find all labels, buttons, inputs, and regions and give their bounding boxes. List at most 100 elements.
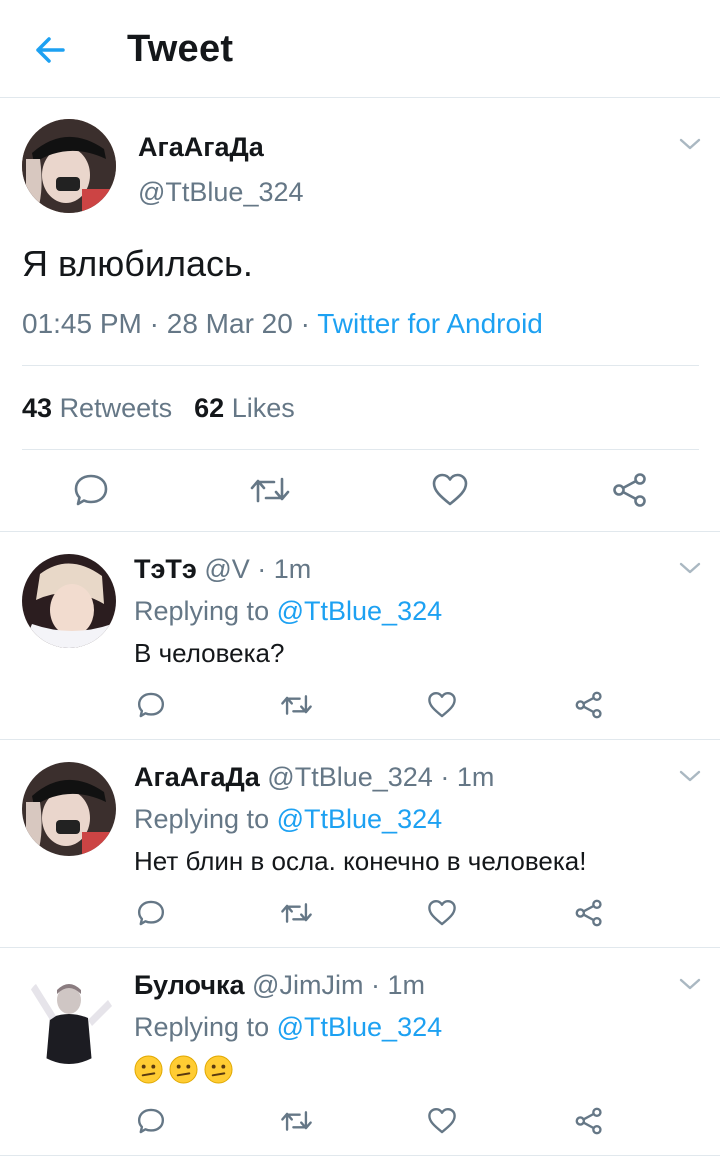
replying-label: Replying to — [134, 1012, 270, 1042]
more-options-button[interactable] — [678, 136, 702, 152]
retweets-label: Retweets — [59, 393, 173, 423]
share-icon — [575, 691, 602, 719]
reply-button[interactable] — [72, 471, 110, 509]
chevron-down-icon — [679, 978, 701, 990]
retweet-icon — [281, 903, 312, 923]
replying-to: Replying to @TtBlue_324 — [134, 596, 442, 627]
tweet-text: Я влюбилась. — [22, 243, 253, 284]
like-button[interactable] — [427, 1106, 457, 1136]
like-button[interactable] — [427, 898, 457, 928]
replying-to: Replying to @TtBlue_324 — [134, 804, 442, 835]
share-button[interactable] — [574, 898, 604, 928]
retweet-icon — [281, 1111, 312, 1131]
tweet-time: 01:45 PM — [22, 308, 142, 339]
avatar[interactable] — [22, 554, 116, 648]
meta-separator: · — [292, 308, 318, 339]
retweet-button[interactable] — [280, 1106, 313, 1136]
replying-label: Replying to — [134, 804, 270, 834]
chevron-down-icon — [679, 138, 701, 150]
author-handle[interactable]: @V — [204, 554, 249, 584]
retweet-button[interactable] — [249, 471, 291, 509]
more-options-button[interactable] — [678, 976, 702, 992]
meta-separator: · — [432, 762, 457, 792]
author-name[interactable]: ТэТэ — [134, 554, 197, 584]
mention-link[interactable]: @TtBlue_324 — [277, 804, 443, 834]
comment-icon — [137, 692, 165, 718]
meta-separator: · — [141, 308, 167, 339]
author-handle[interactable]: @TtBlue_324 — [138, 177, 304, 208]
more-options-button[interactable] — [678, 560, 702, 576]
like-button[interactable] — [431, 471, 469, 509]
tweet-text: Нет блин в осла. конечно в человека! — [134, 846, 587, 876]
retweet-button[interactable] — [280, 690, 313, 720]
retweet-icon — [281, 695, 312, 715]
reply-button[interactable] — [136, 1106, 166, 1136]
mention-link[interactable]: @TtBlue_324 — [277, 1012, 443, 1042]
comment-icon — [137, 900, 165, 926]
avatar[interactable] — [22, 970, 116, 1064]
heart-icon — [428, 1107, 456, 1134]
retweet-icon — [250, 477, 290, 503]
likes-label: Likes — [231, 393, 295, 423]
avatar[interactable] — [22, 119, 116, 213]
author-name[interactable]: АгаАгаДа — [134, 762, 260, 792]
author-name[interactable]: АгаАгаДа — [138, 132, 264, 163]
reply-button[interactable] — [136, 898, 166, 928]
comment-icon — [137, 1108, 165, 1134]
main-tweet: АгаАгаДа @TtBlue_324 Я влюбилась. 01:45 … — [0, 99, 720, 532]
likes-stat[interactable]: 62 Likes — [194, 393, 295, 423]
reply-header: Булочка @JimJim · 1m — [134, 970, 425, 1001]
share-icon — [575, 899, 602, 927]
author-name[interactable]: Булочка — [134, 970, 245, 1000]
back-button[interactable] — [30, 30, 70, 70]
reply-tweet[interactable]: ТэТэ @V · 1m Replying to @TtBlue_324 В ч… — [0, 532, 720, 740]
divider — [22, 449, 699, 450]
likes-count: 62 — [194, 393, 225, 423]
reply-header: ТэТэ @V · 1m — [134, 554, 311, 585]
arrow-left-icon — [36, 37, 65, 63]
tweet-text: В человека? — [134, 638, 285, 668]
tweet-meta: 01:45 PM · 28 Mar 20 · Twitter for Andro… — [22, 308, 543, 340]
share-icon — [613, 473, 646, 507]
reply-tweet[interactable]: АгаАгаДа @TtBlue_324 · 1m Replying to @T… — [0, 740, 720, 948]
top-bar: Tweet — [0, 0, 720, 98]
confused-face-emoji — [134, 1055, 163, 1084]
page-title: Tweet — [127, 28, 234, 70]
confused-face-emoji — [169, 1055, 198, 1084]
share-icon — [575, 1107, 602, 1135]
tweet-stats: 43 Retweets 62 Likes — [22, 393, 295, 424]
replying-label: Replying to — [134, 596, 270, 626]
retweet-button[interactable] — [280, 898, 313, 928]
share-button[interactable] — [574, 1106, 604, 1136]
reply-header: АгаАгаДа @TtBlue_324 · 1m — [134, 762, 494, 793]
chevron-down-icon — [679, 770, 701, 782]
heart-icon — [428, 691, 456, 718]
share-button[interactable] — [574, 690, 604, 720]
mention-link[interactable]: @TtBlue_324 — [277, 596, 443, 626]
meta-separator: · — [249, 554, 274, 584]
confused-face-emoji — [204, 1055, 233, 1084]
replying-to: Replying to @TtBlue_324 — [134, 1012, 442, 1043]
retweets-stat[interactable]: 43 Retweets — [22, 393, 172, 423]
like-button[interactable] — [427, 690, 457, 720]
tweet-time: 1m — [387, 970, 425, 1000]
heart-icon — [428, 899, 456, 926]
reply-tweet[interactable]: Булочка @JimJim · 1m Replying to @TtBlue… — [0, 948, 720, 1156]
tweet-time: 1m — [456, 762, 495, 792]
author-handle[interactable]: @TtBlue_324 — [267, 762, 433, 792]
tweet-text — [134, 1052, 239, 1084]
tweet-time: 1m — [273, 554, 312, 584]
reply-button[interactable] — [136, 690, 166, 720]
divider — [22, 365, 699, 366]
comment-icon — [74, 474, 108, 506]
more-options-button[interactable] — [678, 768, 702, 784]
heart-icon — [432, 473, 468, 506]
tweet-source-link[interactable]: Twitter for Android — [317, 308, 543, 339]
tweet-date: 28 Mar 20 — [166, 308, 293, 339]
avatar[interactable] — [22, 762, 116, 856]
author-handle[interactable]: @JimJim — [252, 970, 363, 1000]
meta-separator: · — [363, 970, 388, 1000]
share-button[interactable] — [611, 471, 649, 509]
retweets-count: 43 — [22, 393, 53, 423]
chevron-down-icon — [679, 562, 701, 574]
